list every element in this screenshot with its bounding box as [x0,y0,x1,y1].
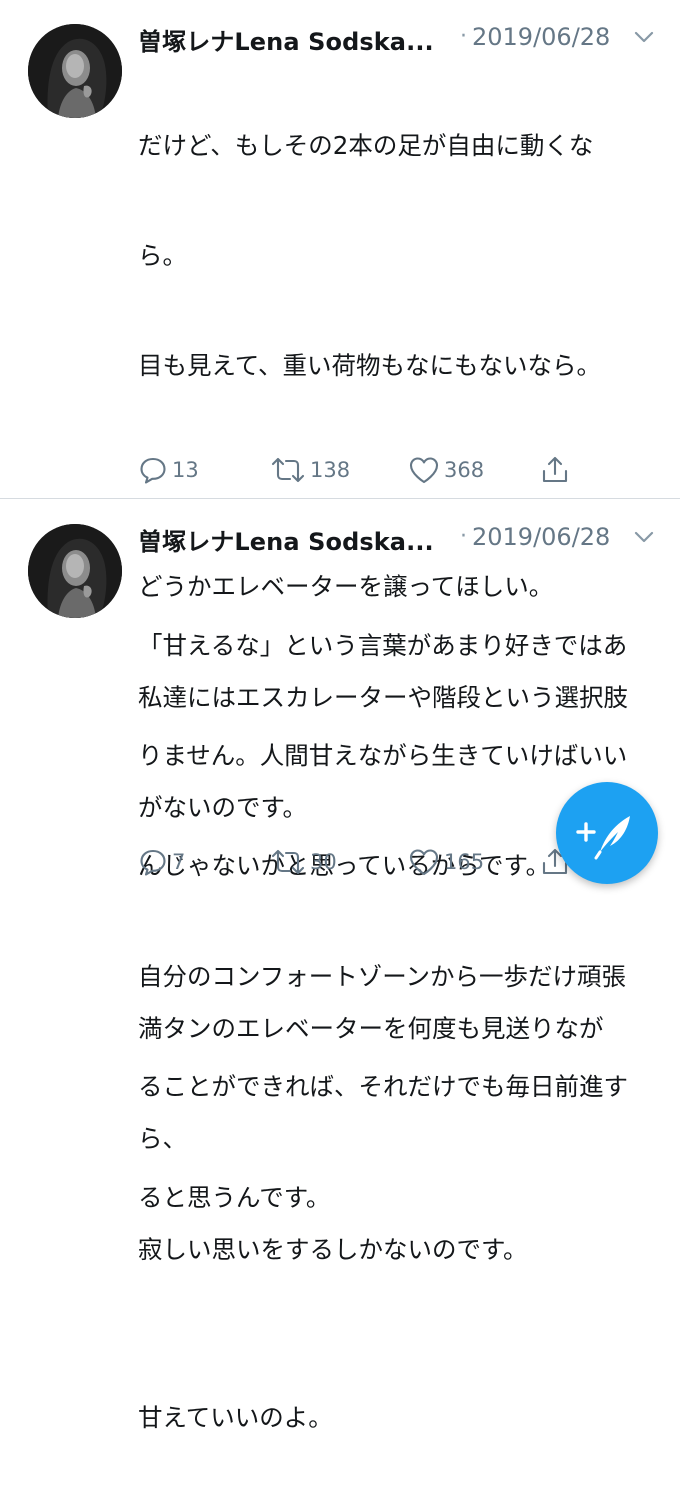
tweet-actions: 13 138 368 [138,450,658,490]
tweet[interactable]: 曽塚レナLena Sodska... · 2019/06/28 だけど、もしその… [0,0,680,1264]
avatar[interactable] [28,524,122,618]
compose-tweet-icon [576,816,630,860]
tweet-date[interactable]: 2019/06/28 [472,23,610,51]
like-count: 368 [444,458,485,482]
tweet-text-line: りません。人間甘えながら生きていけばいい [138,740,628,770]
tweet-text-line: 自分のコンフォートゾーンから一歩だけ頑張 [138,961,627,991]
share-icon [542,456,568,483]
tweet-text-line: ら。 [138,240,187,270]
reply-button[interactable]: 7 [138,842,185,882]
author-name[interactable]: 曽塚レナLena Sodska... [138,22,434,57]
retweet-button[interactable]: 30 [270,842,337,882]
reply-count: 13 [172,458,199,482]
retweet-count: 138 [310,458,351,482]
tweet[interactable]: 曽塚レナLena Sodska... · 2019/06/28 「甘えるな」とい… [0,500,680,1432]
retweet-button[interactable]: 138 [270,450,350,490]
author-name[interactable]: 曽塚レナLena Sodska... [138,522,434,557]
retweet-icon [271,457,305,483]
tweet-text-line: ることができれば、それだけでも毎日前進す [138,1072,628,1102]
chevron-down-icon[interactable] [632,528,656,546]
tweet-text-line [138,1290,658,1327]
heart-icon [409,849,439,876]
retweet-icon [271,849,305,875]
reply-button[interactable]: 13 [138,450,199,490]
reply-icon [140,849,166,876]
tweet-text-line: だけど、もしその2本の足が自由に動くな [138,130,594,160]
reply-count: 7 [172,850,186,874]
separator-dot: · [460,524,467,549]
tweet-date[interactable]: 2019/06/28 [472,523,610,551]
divider [0,498,680,499]
chevron-down-icon[interactable] [632,28,656,46]
tweet-text-line: 甘えていいのよ。 [138,1403,333,1433]
tweet-text-line: 「甘えるな」という言葉があまり好きではあ [138,630,628,660]
retweet-count: 30 [310,850,337,874]
separator-dot: · [460,24,467,49]
avatar[interactable] [28,24,122,118]
compose-tweet-button[interactable] [556,782,658,884]
like-button[interactable]: 165 [408,842,484,882]
share-button[interactable] [540,450,570,490]
reply-icon [140,457,166,484]
like-count: 165 [444,850,485,874]
heart-icon [409,457,439,484]
tweet-text-line: 目も見えて、重い荷物もなにもないなら。 [138,351,602,381]
tweet-text-line: ると思うんです。 [138,1182,331,1212]
tweet-text: 「甘えるな」という言葉があまり好きではあ りません。人間甘えながら生きていけばい… [138,554,658,1511]
like-button[interactable]: 368 [408,450,484,490]
